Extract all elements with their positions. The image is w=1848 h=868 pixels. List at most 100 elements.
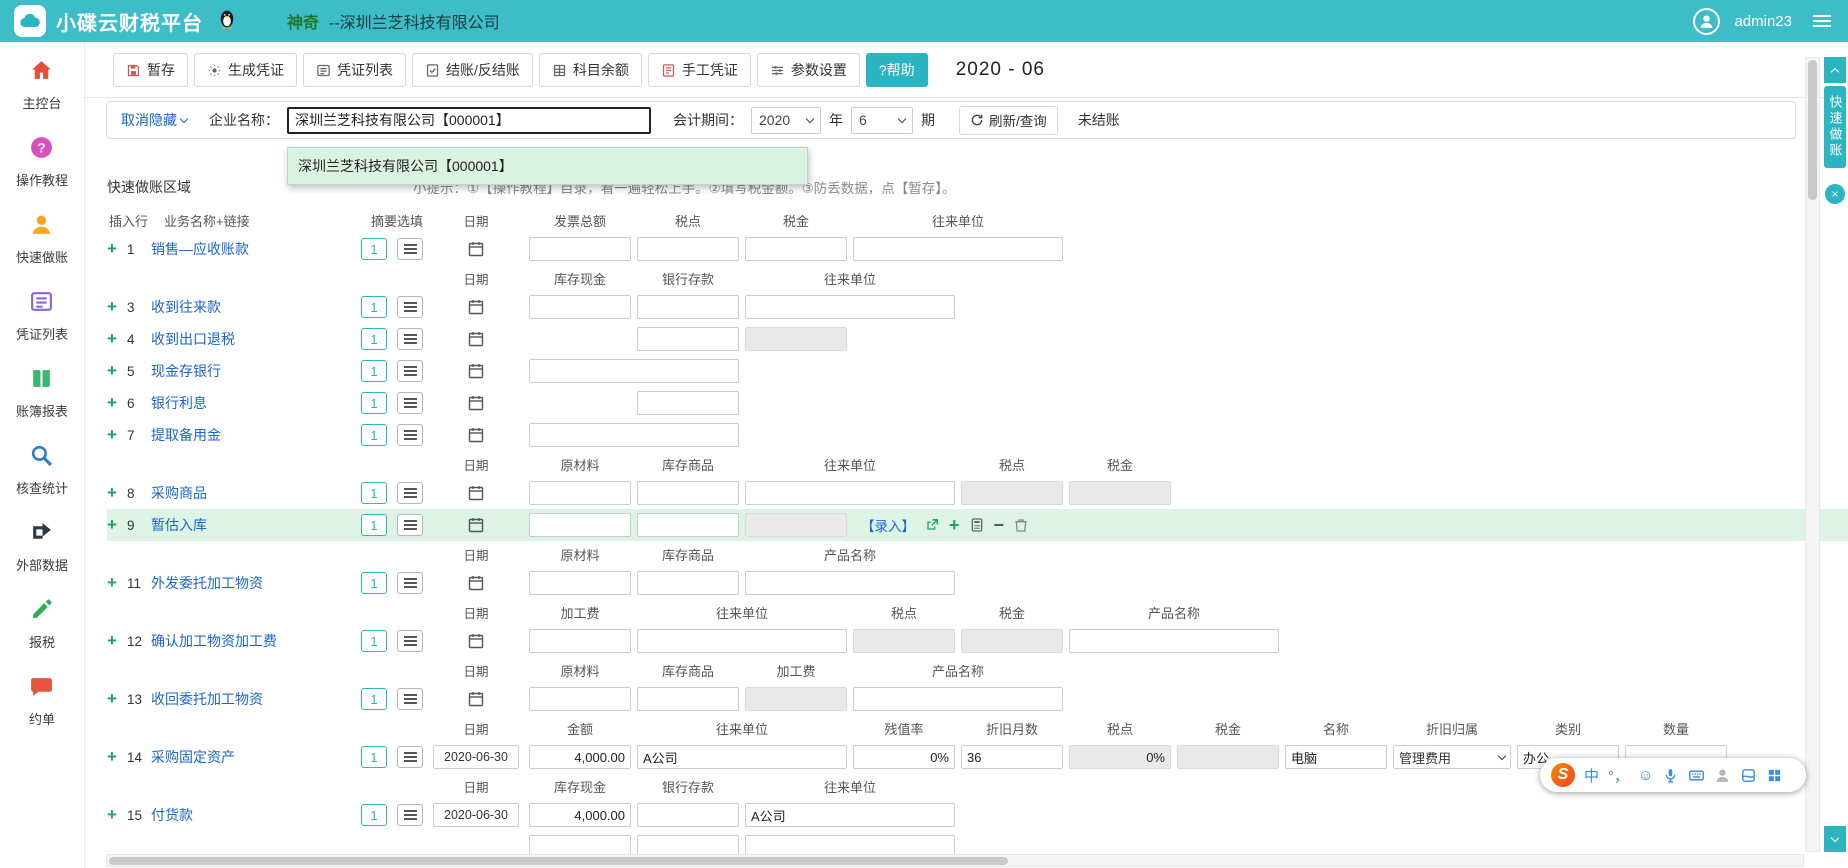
field-input[interactable]: 4,000.00	[529, 745, 631, 769]
count-box[interactable]: 1	[361, 746, 387, 768]
summary-button[interactable]	[397, 630, 423, 652]
insert-row-icon[interactable]: +	[107, 329, 127, 349]
field-input[interactable]	[529, 237, 631, 261]
remove-icon[interactable]: −	[994, 516, 1005, 534]
toolbar-button-4[interactable]: 科目余额	[539, 53, 642, 87]
count-box[interactable]: 1	[361, 572, 387, 594]
count-box[interactable]: 1	[361, 296, 387, 318]
field-input[interactable]	[529, 295, 631, 319]
field-input[interactable]	[637, 513, 739, 537]
business-link[interactable]: 暂估入库	[151, 515, 361, 535]
toolbar-button-3[interactable]: 结账/反结账	[412, 53, 533, 87]
toolbar-button-5[interactable]: 手工凭证	[648, 53, 751, 87]
field-input[interactable]	[637, 571, 739, 595]
sidebar-item-5[interactable]: 核查统计	[16, 443, 68, 497]
field-input[interactable]	[637, 327, 739, 351]
count-box[interactable]: 1	[361, 328, 387, 350]
field-input[interactable]	[529, 571, 631, 595]
summary-button[interactable]	[397, 296, 423, 318]
count-box[interactable]: 1	[361, 514, 387, 536]
calendar-icon[interactable]	[468, 331, 484, 347]
sidebar-item-8[interactable]: 约单	[29, 674, 55, 728]
insert-row-icon[interactable]: +	[107, 747, 127, 767]
sidebar-item-7[interactable]: 报税	[29, 597, 55, 651]
summary-button[interactable]	[397, 482, 423, 504]
date-input[interactable]: 2020-06-30	[433, 745, 519, 769]
field-input[interactable]	[529, 687, 631, 711]
field-input[interactable]	[637, 687, 739, 711]
cancel-hide-link[interactable]: 取消隐藏	[121, 110, 187, 130]
field-input[interactable]	[853, 237, 1063, 261]
summary-button[interactable]	[397, 424, 423, 446]
calendar-icon[interactable]	[468, 485, 484, 501]
count-box[interactable]: 1	[361, 360, 387, 382]
toolbar-button-1[interactable]: 生成凭证	[194, 53, 297, 87]
calendar-icon[interactable]	[468, 633, 484, 649]
field-input[interactable]	[529, 423, 739, 447]
entry-link[interactable]: 【录入】	[861, 515, 915, 535]
user-avatar-icon[interactable]	[1693, 8, 1720, 35]
business-link[interactable]: 收到往来款	[151, 297, 361, 317]
business-link[interactable]: 采购固定资产	[151, 747, 361, 767]
field-input[interactable]	[745, 295, 955, 319]
toolbar-button-6[interactable]: 参数设置	[757, 53, 860, 87]
horizontal-scrollbar[interactable]	[106, 854, 1804, 867]
summary-button[interactable]	[397, 746, 423, 768]
field-input[interactable]: A公司	[637, 745, 847, 769]
float-widget-close-icon[interactable]: ×	[1825, 184, 1845, 204]
sidebar-item-4[interactable]: 账簿报表	[16, 366, 68, 420]
count-box[interactable]: 1	[361, 482, 387, 504]
summary-button[interactable]	[397, 328, 423, 350]
field-input[interactable]	[745, 237, 847, 261]
field-input[interactable]	[637, 481, 739, 505]
handwriting-icon[interactable]	[1714, 767, 1731, 784]
skin-icon[interactable]	[1740, 767, 1757, 784]
calendar-icon[interactable]	[468, 241, 484, 257]
emoji-icon[interactable]: ☺	[1638, 767, 1653, 784]
field-input[interactable]	[745, 481, 955, 505]
business-link[interactable]: 现金存银行	[151, 361, 361, 381]
menu-icon[interactable]	[1810, 12, 1834, 30]
category-select[interactable]: 管理费用	[1393, 745, 1511, 769]
field-input[interactable]	[637, 391, 739, 415]
calendar-icon[interactable]	[468, 395, 484, 411]
sidebar-item-0[interactable]: 主控台	[22, 58, 61, 112]
business-link[interactable]: 收到出口退税	[151, 329, 361, 349]
scroll-down-button[interactable]	[1824, 826, 1846, 852]
field-input[interactable]	[529, 513, 631, 537]
calendar-icon[interactable]	[468, 363, 484, 379]
count-box[interactable]: 1	[361, 630, 387, 652]
insert-row-icon[interactable]: +	[107, 425, 127, 445]
calculator-icon[interactable]	[969, 517, 985, 533]
summary-button[interactable]	[397, 688, 423, 710]
insert-row-icon[interactable]: +	[107, 689, 127, 709]
company-input[interactable]	[287, 107, 651, 134]
business-link[interactable]: 外发委托加工物资	[151, 573, 361, 593]
refresh-query-button[interactable]: 刷新/查询	[959, 106, 1058, 135]
date-input[interactable]: 2020-06-30	[433, 803, 519, 827]
calendar-icon[interactable]	[468, 691, 484, 707]
insert-row-icon[interactable]: +	[107, 573, 127, 593]
field-input[interactable]	[637, 803, 739, 827]
insert-row-icon[interactable]: +	[107, 483, 127, 503]
field-input[interactable]: A公司	[745, 803, 955, 827]
calendar-icon[interactable]	[468, 299, 484, 315]
insert-row-icon[interactable]: +	[107, 239, 127, 259]
vertical-scrollbar[interactable]	[1805, 57, 1820, 852]
horizontal-scrollbar-thumb[interactable]	[109, 857, 1008, 865]
month-select[interactable]: 6	[851, 107, 913, 134]
vertical-scrollbar-thumb[interactable]	[1808, 60, 1817, 200]
field-input[interactable]	[637, 295, 739, 319]
field-input[interactable]: 0%	[853, 745, 955, 769]
business-link[interactable]: 银行利息	[151, 393, 361, 413]
keyboard-icon[interactable]	[1688, 767, 1705, 784]
field-input[interactable]	[1069, 629, 1279, 653]
quick-account-float-widget[interactable]: 快速做账	[1824, 86, 1846, 168]
sidebar-item-2[interactable]: 快速做账	[16, 212, 68, 266]
field-input[interactable]	[637, 629, 847, 653]
export-icon[interactable]	[924, 517, 940, 533]
help-button[interactable]: ?帮助	[866, 53, 928, 87]
field-input[interactable]: 36	[961, 745, 1063, 769]
business-link[interactable]: 采购商品	[151, 483, 361, 503]
count-box[interactable]: 1	[361, 804, 387, 826]
